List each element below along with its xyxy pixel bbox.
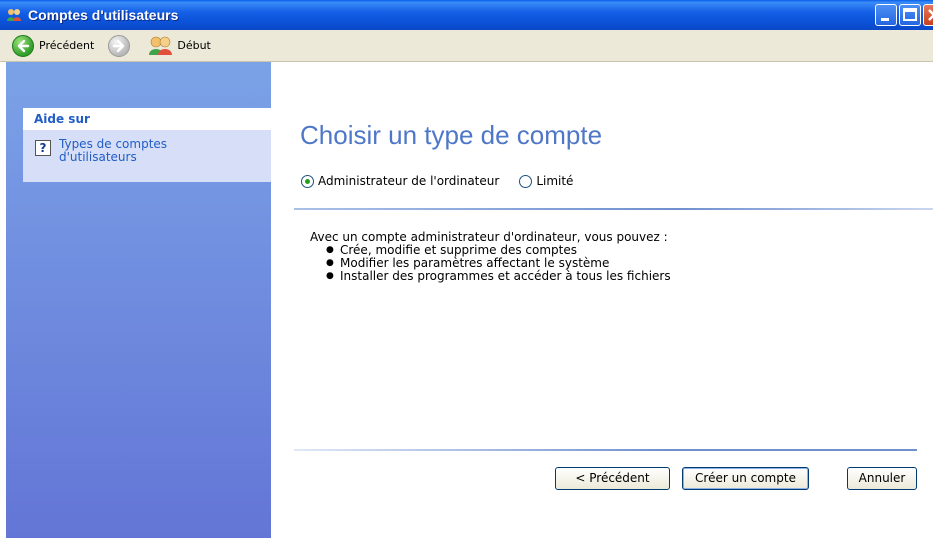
help-item-account-types[interactable]: ? Types de comptes d'utilisateurs [23,130,271,164]
radio-administrator[interactable]: Administrateur de l'ordinateur [301,174,499,188]
radio-label-administrator: Administrateur de l'ordinateur [318,174,500,188]
minimize-icon [881,18,889,21]
forward-arrow-icon [108,34,131,57]
radio-button-unchecked[interactable] [519,174,533,188]
window-title: Comptes d'utilisateurs [28,7,179,23]
forward-button[interactable] [104,33,134,59]
home-label: Début [177,39,211,52]
page-title: Choisir un type de compte [300,120,603,150]
create-account-button[interactable]: Créer un compte [682,467,809,490]
close-button[interactable] [923,4,933,26]
list-item: Installer des programmes et accéder à to… [326,270,671,284]
help-panel: Aide sur ? Types de comptes d'utilisateu… [23,108,271,182]
capabilities-list: Crée, modifie et supprime des comptes Mo… [326,244,671,284]
divider [294,208,933,210]
description: Avec un compte administrateur d'ordinate… [310,231,671,284]
navigation-toolbar: Précédent Début [0,30,933,62]
account-type-group: Administrateur de l'ordinateur Limité [301,174,573,188]
divider [294,449,917,451]
users-icon [6,7,22,23]
previous-button[interactable]: < Précédent [555,467,670,490]
cancel-button[interactable]: Annuler [847,467,917,490]
radio-button-checked[interactable] [301,174,314,188]
main-panel: Choisir un type de compte Administrateur… [271,62,933,538]
close-icon [928,9,933,21]
radio-label-limited: Limité [536,174,574,188]
radio-limited[interactable]: Limité [519,174,573,188]
minimize-button[interactable] [875,4,897,26]
sidebar: Aide sur ? Types de comptes d'utilisateu… [6,62,271,538]
maximize-button[interactable] [899,4,921,26]
maximize-icon [903,8,917,21]
home-button[interactable]: Début [144,33,215,59]
back-label: Précédent [39,39,95,52]
help-link-label[interactable]: Types de comptes d'utilisateurs [59,138,199,164]
title-bar: Comptes d'utilisateurs [0,0,933,30]
help-question-icon: ? [35,140,51,156]
help-header: Aide sur [23,108,271,130]
back-arrow-icon [12,34,34,57]
users-icon [148,36,174,56]
back-button[interactable]: Précédent [8,33,98,59]
